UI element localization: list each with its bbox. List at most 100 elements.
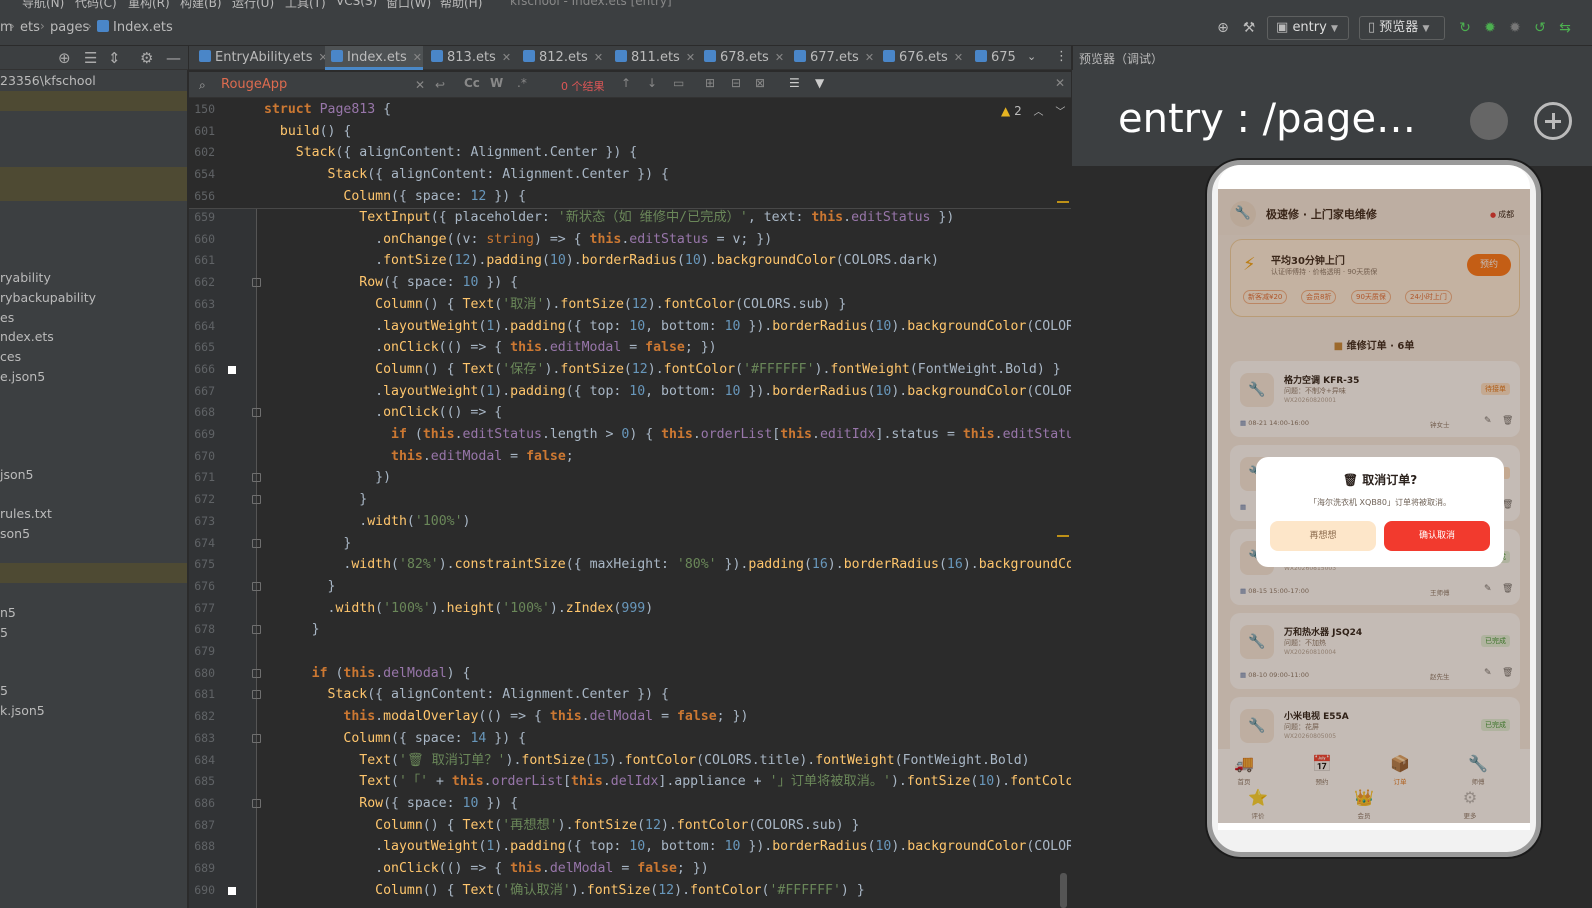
editor-tab[interactable]: 678.ets ✕ [698,46,786,70]
tree-highlight-row[interactable] [0,167,187,201]
line-number[interactable]: 670 [189,446,215,468]
line-number[interactable]: 676 [189,576,215,598]
regex-toggle[interactable]: .* [517,76,527,90]
fold-marker-icon[interactable] [252,668,261,678]
zoom-out-icon[interactable] [1470,102,1508,140]
menu-item[interactable]: 重构(R) [128,0,170,10]
menu-item[interactable]: 运行(U) [232,0,274,10]
breadcrumb-item-file[interactable]: Index.ets [97,20,173,35]
line-number[interactable]: 678 [189,619,215,641]
attach-debugger-icon[interactable]: ✹ [1506,19,1524,37]
fold-marker-icon[interactable] [252,495,261,505]
chevron-down-icon[interactable]: ﹀ [1055,107,1065,118]
menu-item[interactable]: VCS(S) [336,0,377,8]
line-number[interactable]: 667 [189,381,215,403]
fold-marker-icon[interactable] [252,798,261,808]
find-input[interactable]: ⌕ RougeApp ✕ ↩ [193,74,447,96]
fold-marker-icon[interactable] [252,278,261,288]
match-case-toggle[interactable]: Cc [464,76,480,90]
line-number[interactable]: 602 [189,142,215,164]
line-number[interactable]: 660 [189,229,215,251]
app-screen[interactable]: 🔧 极速修 · 上门家电维修 成都 ⚡ 平均30分钟上门 认证师傅持 · 价格透… [1218,165,1530,830]
menu-item[interactable]: 构建(B) [180,0,222,10]
line-number[interactable]: 689 [189,858,215,880]
minimize-icon[interactable]: — [166,49,181,67]
line-number[interactable]: 663 [189,294,215,316]
tree-highlight-row[interactable] [0,563,187,583]
rerun-icon[interactable]: ↻ [1456,19,1474,37]
editor-tab[interactable]: 675 [969,46,1019,70]
whole-word-toggle[interactable]: W [490,76,503,90]
collapse-all-icon[interactable]: ⇕ [108,49,121,67]
close-tab-icon[interactable]: ✕ [413,51,422,64]
filter-options-icon[interactable]: ☰ [789,76,800,90]
menu-item[interactable]: 工具(T) [285,0,326,10]
project-tree-item[interactable]: n5 [0,605,16,620]
line-number[interactable]: 601 [189,121,215,143]
debug-icon[interactable]: ✹ [1481,19,1499,37]
line-number[interactable]: 669 [189,424,215,446]
expand-all-icon[interactable]: ☰ [84,49,97,67]
line-number[interactable]: 668 [189,402,215,424]
close-tab-icon[interactable]: ✕ [594,51,603,64]
line-number[interactable]: 675 [189,554,215,576]
editor-tab[interactable]: EntryAbility.ets ✕ [193,46,328,70]
editor-tab[interactable]: 812.ets ✕ [517,46,607,70]
close-tab-icon[interactable]: ✕ [686,51,695,64]
history-icon[interactable]: ↩ [435,78,445,92]
filter-icon[interactable]: ▼ [815,76,824,90]
line-number[interactable]: 672 [189,489,215,511]
line-number[interactable]: 656 [189,186,215,208]
fold-marker-icon[interactable] [252,408,261,418]
project-tree-item[interactable]: ryability [0,270,51,285]
line-number[interactable]: 150 [189,99,215,121]
close-tab-icon[interactable]: ✕ [502,51,511,64]
editor-tab[interactable]: 676.ets ✕ [877,46,967,70]
close-tab-icon[interactable]: ✕ [775,51,784,64]
project-tree-item[interactable]: 5 [0,625,8,640]
clear-icon[interactable]: ✕ [415,78,425,92]
code-editor[interactable]: 659 TextInput({ placeholder: '新状态（如 维修中/… [189,99,1071,908]
chevron-up-icon[interactable]: ︿ [1034,107,1044,118]
line-number[interactable]: 688 [189,836,215,858]
menu-item[interactable]: 窗口(W) [386,0,431,10]
line-number[interactable]: 682 [189,706,215,728]
line-number[interactable]: 674 [189,533,215,555]
line-number[interactable]: 687 [189,815,215,837]
project-tree-item[interactable]: es [0,310,14,325]
bookmark-marker[interactable] [228,886,236,895]
line-number[interactable]: 683 [189,728,215,750]
editor-tab[interactable]: 813.ets ✕ [425,46,515,70]
line-number[interactable]: 664 [189,316,215,338]
tab-overflow-chevron-icon[interactable]: ⌄ [1027,50,1036,63]
line-number[interactable]: 662 [189,272,215,294]
device-select[interactable]: ▯ 预览器 ▼ [1359,16,1445,40]
line-number[interactable]: 659 [189,207,215,229]
project-tree-item[interactable]: 5 [0,683,8,698]
fold-marker-icon[interactable] [252,538,261,548]
apply-changes-icon[interactable]: ↺ [1531,19,1549,37]
tree-highlight-row[interactable] [0,91,187,111]
project-tree-item[interactable]: son5 [0,526,30,541]
line-number[interactable]: 661 [189,250,215,272]
arrow-down-icon[interactable]: ↓ [647,76,657,90]
editor-tab[interactable]: 811.ets ✕ [609,46,696,70]
apply-code-changes-icon[interactable]: ⇆ [1556,19,1574,37]
fold-marker-icon[interactable] [252,473,261,483]
line-number[interactable]: 666 [189,359,215,381]
line-number[interactable]: 690 [189,880,215,902]
run-config-select[interactable]: ▣ entry ▼ [1267,16,1349,40]
more-options-icon[interactable]: ⋮ [1055,49,1068,64]
project-tree-item[interactable]: rybackupability [0,290,96,305]
fold-marker-icon[interactable] [252,625,261,635]
breadcrumb-item[interactable]: ets [20,20,40,35]
add-selection-icon[interactable]: ⊞ [705,76,715,90]
bookmark-marker[interactable] [228,365,236,374]
project-tree-item[interactable]: e.json5 [0,369,45,384]
menu-item[interactable]: 帮助(H) [440,0,482,10]
menu-item[interactable]: 代码(C) [75,0,117,10]
close-tab-icon[interactable]: ✕ [954,51,963,64]
line-number[interactable]: 684 [189,750,215,772]
confirm-cancel-button[interactable]: 确认取消 [1384,521,1490,551]
project-tree-item[interactable]: k.json5 [0,703,45,718]
